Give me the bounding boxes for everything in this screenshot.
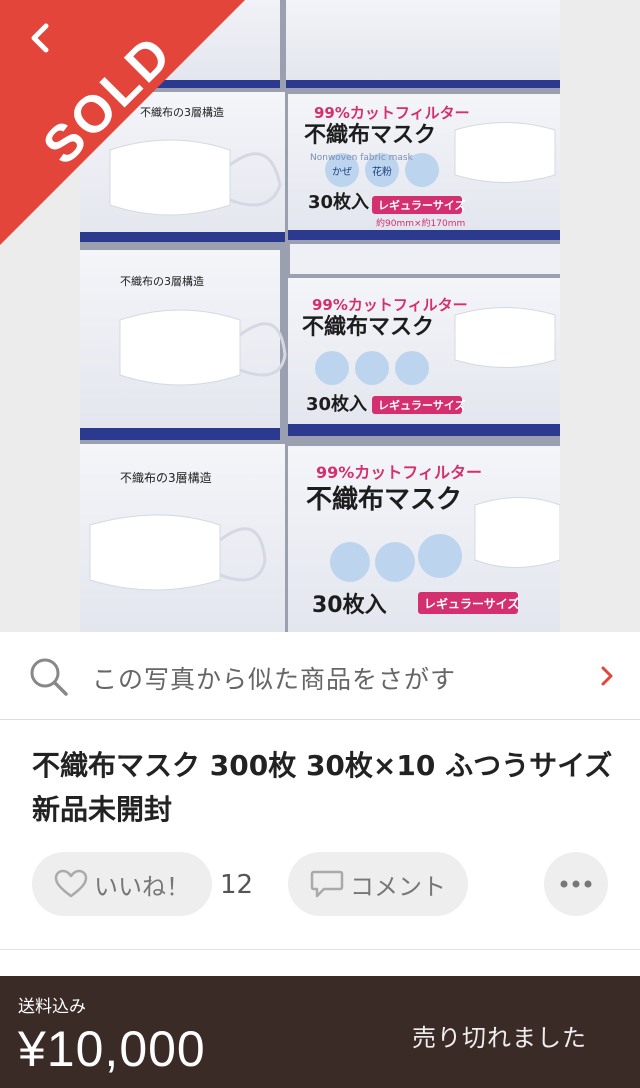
box-count-text-2: 30枚入 xyxy=(306,393,367,415)
like-button[interactable]: いいね！ xyxy=(32,852,212,916)
similar-search-row[interactable]: この写真から似た商品をさがす xyxy=(0,632,640,720)
box-tag-pollen-text: 花粉 xyxy=(372,165,392,178)
comment-label: コメント xyxy=(350,872,446,901)
back-chevron-icon xyxy=(31,23,49,53)
box-tag-cold-text: かぜ xyxy=(332,166,352,178)
comment-icon xyxy=(310,870,344,898)
sold-out-status: 売り切れました xyxy=(412,1024,587,1052)
box-cut-filter-text: 99%カットフィルター xyxy=(314,104,470,122)
shipping-label: 送料込み xyxy=(18,997,86,1017)
box-count-text-3: 30枚入 xyxy=(312,592,387,618)
similar-search-label: この写真から似た商品をさがす xyxy=(92,665,457,694)
section-divider xyxy=(0,949,640,950)
more-options-button[interactable] xyxy=(544,852,608,916)
comment-button[interactable]: コメント xyxy=(288,852,468,916)
product-title: 不織布マスク 300枚 30枚×10 ふつうサイズ 新品未開封 xyxy=(32,749,640,826)
box-dimensions-text: 約90mm×約170mm xyxy=(376,217,465,229)
chevron-right-icon xyxy=(601,666,613,686)
action-row: いいね！ 12 コメント xyxy=(0,852,640,918)
purchase-bar: 送料込み ¥10,000 売り切れました xyxy=(0,976,640,1088)
box-size-text-3: レギュラーサイズ xyxy=(424,596,519,611)
price: ¥10,000 xyxy=(18,1021,206,1077)
box-product-name-text: 不織布マスク xyxy=(304,122,436,148)
like-count: 12 xyxy=(220,870,254,900)
box-structure-text-2: 不織布の3層構造 xyxy=(120,274,204,288)
box-product-name-text-2: 不織布マスク xyxy=(302,314,434,340)
box-count-text: 30枚入 xyxy=(308,191,369,213)
box-cut-filter-text-2: 99%カットフィルター xyxy=(312,296,468,314)
like-label: いいね！ xyxy=(94,872,190,901)
more-dots-icon xyxy=(560,880,592,888)
box-size-text-2: レギュラーサイズ xyxy=(378,398,465,412)
box-cut-filter-text-3: 99%カットフィルター xyxy=(316,463,482,482)
back-button[interactable] xyxy=(22,16,62,60)
box-english-name-text: Nonwoven fabric mask xyxy=(310,153,414,163)
product-image-area[interactable]: 99%カットフィルター 不織布マスク Nonwoven fabric mask … xyxy=(0,0,640,632)
box-structure-text-3: 不織布の3層構造 xyxy=(120,471,212,485)
box-size-text: レギュラーサイズ xyxy=(378,198,465,212)
search-icon xyxy=(30,658,68,696)
heart-icon xyxy=(54,869,88,898)
box-product-name-text-3: 不織布マスク xyxy=(306,485,462,515)
